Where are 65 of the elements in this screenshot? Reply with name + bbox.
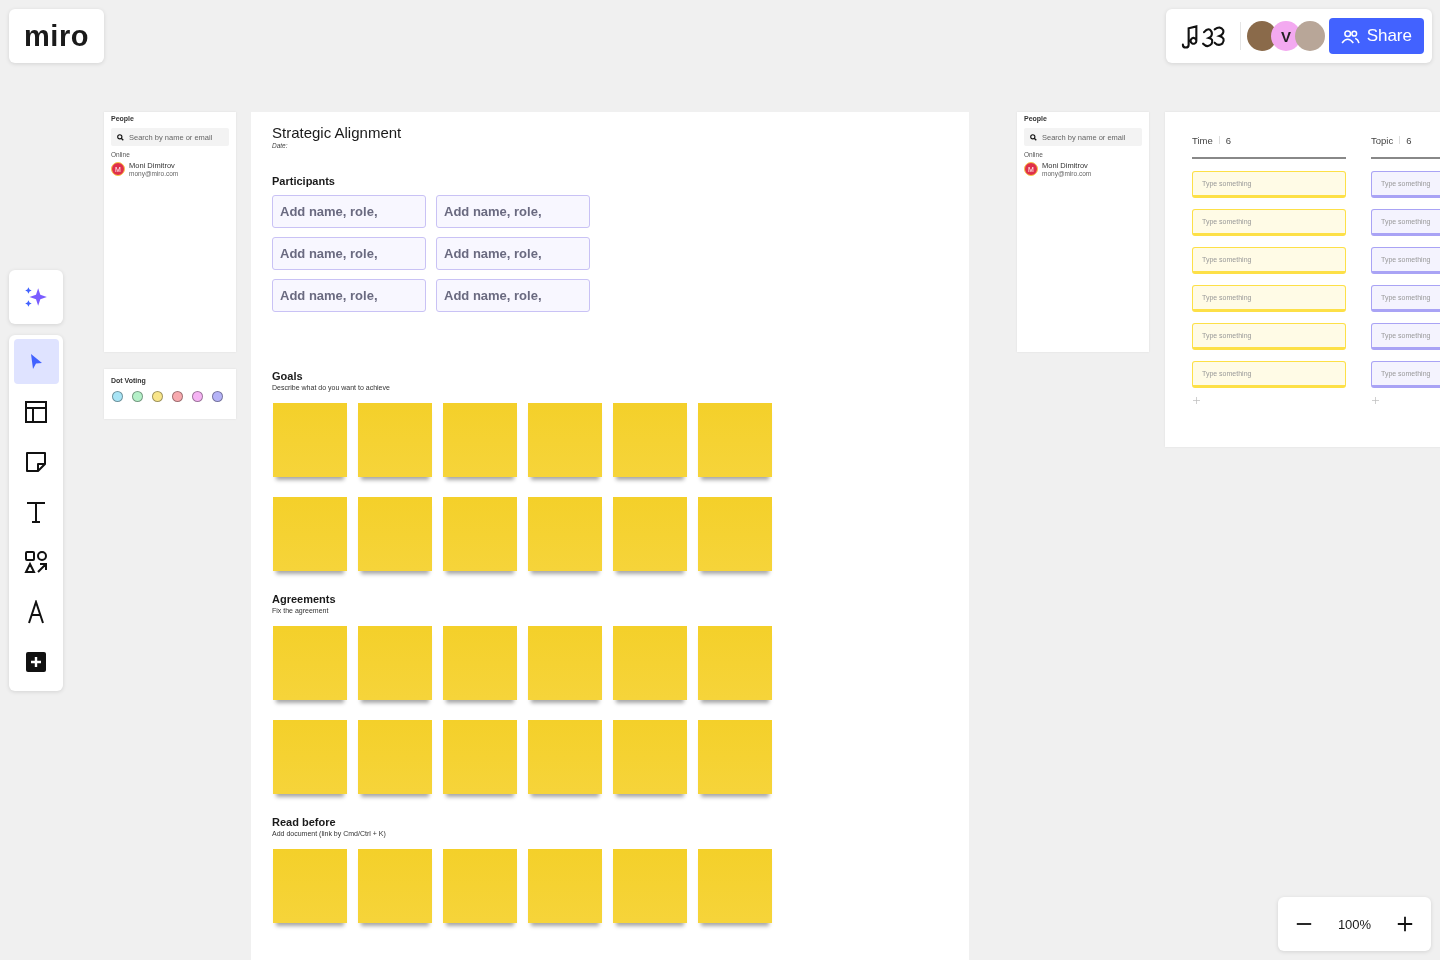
sticky-note[interactable] — [273, 849, 347, 923]
sticky-note[interactable] — [613, 626, 687, 700]
sticky-note[interactable] — [358, 403, 432, 477]
participant-field[interactable]: Add name, role, — [436, 237, 590, 270]
board-title: Strategic Alignment — [272, 124, 403, 141]
sticky-note[interactable] — [698, 626, 772, 700]
sticky-note[interactable] — [443, 403, 517, 477]
sticky-note[interactable] — [358, 849, 432, 923]
search-icon — [1030, 133, 1037, 141]
sticky-note[interactable] — [528, 497, 602, 571]
search-icon — [117, 133, 124, 141]
sticky-note[interactable] — [613, 497, 687, 571]
sticky-note[interactable] — [613, 849, 687, 923]
section-heading: Read before — [272, 816, 337, 828]
voting-dot[interactable] — [112, 391, 123, 402]
column-count: 6 — [1225, 134, 1232, 146]
column-count: 6 — [1406, 134, 1412, 146]
section-heading: Participants — [272, 175, 336, 187]
sticky-note[interactable] — [358, 720, 432, 794]
zoom-level: 100% — [1337, 916, 1372, 932]
sticky-note[interactable] — [528, 849, 602, 923]
share-button[interactable]: Share — [1328, 18, 1424, 54]
column-title: Time — [1192, 134, 1213, 146]
sticky-note[interactable] — [273, 403, 347, 477]
participant-field[interactable]: Add name, role, — [272, 237, 426, 270]
sticky-note[interactable] — [698, 849, 772, 923]
add-icon[interactable] — [24, 649, 48, 674]
sticky-note-icon[interactable] — [24, 449, 48, 474]
sticky-note[interactable] — [358, 497, 432, 571]
sticky-note[interactable] — [443, 497, 517, 571]
participant-field[interactable]: Add name, role, — [436, 195, 590, 228]
sticky-note[interactable] — [698, 403, 772, 477]
voting-dot[interactable] — [172, 391, 183, 402]
sticky-note[interactable] — [273, 626, 347, 700]
sticky-note[interactable] — [443, 720, 517, 794]
avatar-photo-placeholder[interactable] — [1295, 21, 1325, 51]
participant-field[interactable]: Add name, role, — [272, 279, 426, 312]
section-heading: Agreements — [272, 593, 337, 605]
sticky-note[interactable] — [528, 626, 602, 700]
sticky-note[interactable] — [613, 720, 687, 794]
sticky-note[interactable] — [698, 497, 772, 571]
layout-icon[interactable] — [24, 399, 48, 424]
voting-dot[interactable] — [192, 391, 203, 402]
sticky-note[interactable] — [698, 720, 772, 794]
sticky-note[interactable] — [273, 720, 347, 794]
sticky-note[interactable] — [528, 403, 602, 477]
sticky-note[interactable] — [528, 720, 602, 794]
zoom-in-icon[interactable] — [1396, 915, 1414, 933]
voting-dot[interactable] — [132, 391, 143, 402]
sticky-note[interactable] — [613, 403, 687, 477]
logo[interactable]: miro — [9, 9, 104, 63]
sticky-note[interactable] — [273, 497, 347, 571]
sticky-note[interactable] — [443, 849, 517, 923]
sticky-note[interactable] — [358, 626, 432, 700]
shapes-icon[interactable] — [24, 549, 48, 574]
text-icon[interactable] — [24, 499, 48, 524]
participant-field[interactable]: Add name, role, — [272, 195, 426, 228]
sticky-note[interactable] — [443, 626, 517, 700]
column-title: Topic — [1371, 134, 1394, 146]
sparkle-icon[interactable] — [9, 270, 63, 324]
voting-dot[interactable] — [212, 391, 223, 402]
participant-field[interactable]: Add name, role, — [436, 279, 590, 312]
section-heading: Goals — [272, 370, 304, 382]
voting-dot[interactable] — [152, 391, 163, 402]
people-icon — [1340, 28, 1360, 44]
